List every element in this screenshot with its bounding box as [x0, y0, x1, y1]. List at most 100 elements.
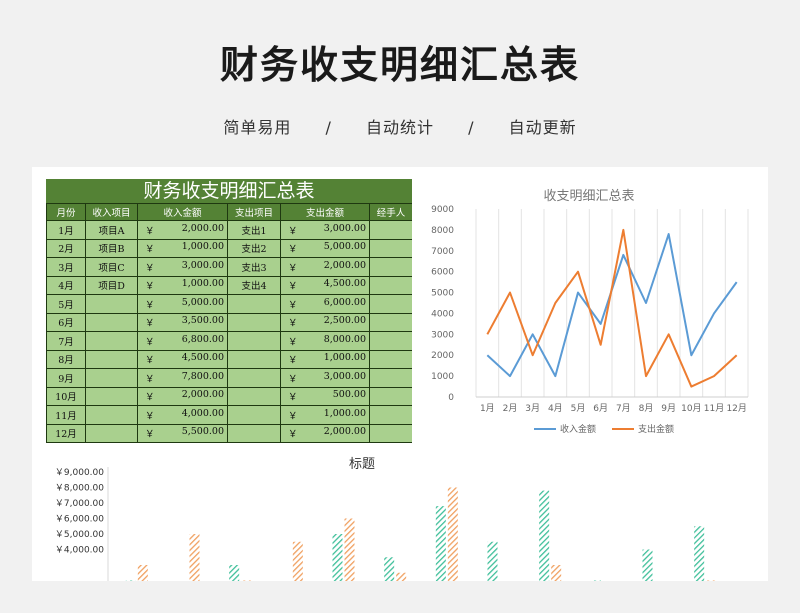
month-cell[interactable]: 6月 — [46, 312, 86, 332]
income-amount-cell[interactable]: ￥ 1,000.00 — [137, 238, 228, 258]
amount-value: 1,000.00 — [323, 352, 366, 364]
income-item-cell[interactable]: 项目B — [85, 238, 138, 258]
amount-value: 1,000.00 — [181, 241, 224, 253]
y-tick-label: 2000 — [431, 351, 454, 361]
handler-cell[interactable] — [369, 331, 412, 351]
expense-item-cell[interactable] — [227, 349, 281, 369]
month-cell[interactable]: 1月 — [46, 220, 86, 240]
handler-cell[interactable] — [369, 257, 412, 277]
currency-symbol: ￥ — [288, 318, 298, 330]
bar — [292, 541, 303, 581]
amount-value: 3,000.00 — [323, 222, 366, 234]
income-item-cell[interactable] — [85, 405, 138, 425]
month-cell[interactable]: 5月 — [46, 294, 86, 314]
column-header[interactable]: 月份 — [46, 203, 86, 221]
handler-cell[interactable] — [369, 368, 412, 388]
income-amount-cell[interactable]: ￥ 1,000.00 — [137, 275, 228, 295]
y-tick-label: 7000 — [431, 247, 454, 257]
income-amount-cell[interactable]: ￥ 4,000.00 — [137, 405, 228, 425]
handler-cell[interactable] — [369, 312, 412, 332]
expense-item-cell[interactable]: 支出3 — [227, 257, 281, 277]
amount-value: 6,000.00 — [323, 296, 366, 308]
month-cell[interactable]: 10月 — [46, 386, 86, 406]
income-amount-cell[interactable]: ￥ 2,000.00 — [137, 220, 228, 240]
income-amount-cell[interactable]: ￥ 3,500.00 — [137, 312, 228, 332]
expense-item-cell[interactable] — [227, 386, 281, 406]
table-row: 9月 ￥ 7,800.00 ￥ 3,000.00 — [46, 368, 412, 388]
column-header[interactable]: 支出项目 — [227, 203, 281, 221]
expense-item-cell[interactable] — [227, 405, 281, 425]
month-cell[interactable]: 3月 — [46, 257, 86, 277]
x-tick-label: 12月 — [726, 403, 746, 414]
income-item-cell[interactable] — [85, 294, 138, 314]
expense-amount-cell[interactable]: ￥ 1,000.00 — [280, 405, 370, 425]
expense-item-cell[interactable]: 支出1 — [227, 220, 281, 240]
expense-amount-cell[interactable]: ￥ 8,000.00 — [280, 331, 370, 351]
income-item-cell[interactable] — [85, 312, 138, 332]
handler-cell[interactable] — [369, 349, 412, 369]
expense-item-cell[interactable] — [227, 312, 281, 332]
month-cell[interactable]: 4月 — [46, 275, 86, 295]
handler-cell[interactable] — [369, 238, 412, 258]
expense-amount-cell[interactable]: ￥ 2,000.00 — [280, 257, 370, 277]
income-amount-cell[interactable]: ￥ 4,500.00 — [137, 349, 228, 369]
month-cell[interactable]: 2月 — [46, 238, 86, 258]
month-cell[interactable]: 11月 — [46, 405, 86, 425]
handler-cell[interactable] — [369, 423, 412, 443]
table-body: 1月 项目A ￥ 2,000.00 支出1 ￥ 3,000.00 2月 项目B ￥ 1,000.00… — [46, 220, 412, 443]
expense-item-cell[interactable]: 支出2 — [227, 238, 281, 258]
income-item-cell[interactable]: 项目D — [85, 275, 138, 295]
column-header[interactable]: 经手人 — [369, 203, 412, 221]
handler-cell[interactable] — [369, 386, 412, 406]
handler-cell[interactable] — [369, 275, 412, 295]
month-cell[interactable]: 9月 — [46, 368, 86, 388]
income-amount-cell[interactable]: ￥ 7,800.00 — [137, 368, 228, 388]
expense-item-cell[interactable]: 支出4 — [227, 275, 281, 295]
bar — [706, 580, 717, 581]
income-amount-cell[interactable]: ￥ 5,000.00 — [137, 294, 228, 314]
expense-amount-cell[interactable]: ￥ 3,000.00 — [280, 220, 370, 240]
income-item-cell[interactable] — [85, 349, 138, 369]
currency-symbol: ￥ — [145, 373, 155, 385]
income-amount-cell[interactable]: ￥ 5,500.00 — [137, 423, 228, 443]
currency-symbol: ￥ — [288, 410, 298, 422]
expense-item-cell[interactable] — [227, 423, 281, 443]
subtitle-part: 简单易用 — [223, 118, 292, 137]
expense-amount-cell[interactable]: ￥ 2,500.00 — [280, 312, 370, 332]
expense-amount-cell[interactable]: ￥ 3,000.00 — [280, 368, 370, 388]
expense-amount-cell[interactable]: ￥ 1,000.00 — [280, 349, 370, 369]
handler-cell[interactable] — [369, 220, 412, 240]
expense-amount-cell[interactable]: ￥ 4,500.00 — [280, 275, 370, 295]
income-amount-cell[interactable]: ￥ 6,800.00 — [137, 331, 228, 351]
income-item-cell[interactable]: 项目C — [85, 257, 138, 277]
currency-symbol: ￥ — [288, 299, 298, 311]
income-amount-cell[interactable]: ￥ 3,000.00 — [137, 257, 228, 277]
month-cell[interactable]: 12月 — [46, 423, 86, 443]
expense-amount-cell[interactable]: ￥ 6,000.00 — [280, 294, 370, 314]
expense-item-cell[interactable] — [227, 294, 281, 314]
table-row: 1月 项目A ￥ 2,000.00 支出1 ￥ 3,000.00 — [46, 220, 412, 240]
handler-cell[interactable] — [369, 405, 412, 425]
expense-amount-cell[interactable]: ￥ 500.00 — [280, 386, 370, 406]
column-header[interactable]: 支出金额 — [280, 203, 370, 221]
preview-card: 财务收支明细汇总表 月份 收入项目 收入金额 支出项目 支出金额 经手人 1月项… — [32, 167, 768, 581]
amount-value: 5,000.00 — [181, 296, 224, 308]
column-header[interactable]: 收入金额 — [137, 203, 228, 221]
expense-amount-cell[interactable]: ￥ 2,000.00 — [280, 423, 370, 443]
month-cell[interactable]: 7月 — [46, 331, 86, 351]
page-subtitle: 简单易用 / 自动统计 / 自动更新 — [0, 114, 800, 138]
handler-cell[interactable] — [369, 294, 412, 314]
expense-amount-cell[interactable]: ￥ 5,000.00 — [280, 238, 370, 258]
expense-item-cell[interactable] — [227, 331, 281, 351]
income-item-cell[interactable]: 项目A — [85, 220, 138, 240]
expense-item-cell[interactable] — [227, 368, 281, 388]
income-item-cell[interactable] — [85, 386, 138, 406]
column-header[interactable]: 收入项目 — [85, 203, 138, 221]
income-amount-cell[interactable]: ￥ 2,000.00 — [137, 386, 228, 406]
amount-value: 5,500.00 — [181, 426, 224, 438]
income-item-cell[interactable] — [85, 368, 138, 388]
income-item-cell[interactable] — [85, 423, 138, 443]
income-item-cell[interactable] — [85, 331, 138, 351]
currency-symbol: ￥ — [145, 392, 155, 404]
month-cell[interactable]: 8月 — [46, 349, 86, 369]
